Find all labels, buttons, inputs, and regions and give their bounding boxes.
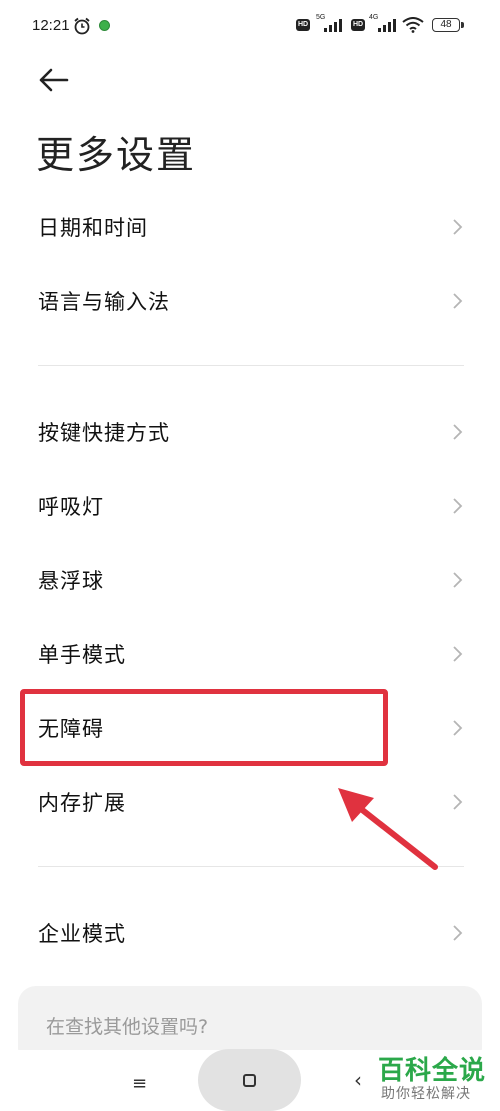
settings-item-label: 悬浮球 (38, 569, 104, 593)
chevron-right-icon (453, 646, 463, 662)
home-button[interactable] (198, 1049, 301, 1111)
chevron-right-icon (453, 794, 463, 810)
chevron-right-icon (453, 424, 463, 440)
back-nav-icon[interactable]: ‹ (354, 1068, 362, 1092)
hd-badge-1: HD (296, 19, 310, 31)
settings-item-label: 按键快捷方式 (38, 421, 170, 445)
settings-item-language-input[interactable]: 语言与输入法 (0, 264, 500, 338)
watermark-subtitle: 助你轻松解决 (381, 1086, 471, 1102)
alarm-clock-icon (74, 17, 90, 35)
settings-item-floating-ball[interactable]: 悬浮球 (0, 543, 500, 617)
settings-item-label: 企业模式 (38, 922, 126, 946)
app-notification-icon (99, 20, 110, 31)
battery-tip (461, 22, 464, 28)
hd-badge-2: HD (351, 19, 365, 31)
settings-item-one-handed-mode[interactable]: 单手模式 (0, 617, 500, 691)
section-divider (38, 365, 464, 366)
home-icon (243, 1074, 256, 1087)
chevron-right-icon (453, 293, 463, 309)
watermark-title: 百科全说 (378, 1056, 487, 1086)
highlight-box (20, 689, 388, 766)
annotation-arrow-icon (338, 788, 438, 870)
settings-item-date-time[interactable]: 日期和时间 (0, 190, 500, 264)
settings-item-enterprise-mode[interactable]: 企业模式 (0, 896, 500, 970)
menu-icon[interactable]: ≡ (132, 1073, 147, 1094)
back-arrow-icon[interactable] (36, 64, 72, 96)
signal-bars-1-icon (324, 17, 342, 32)
settings-item-label: 内存扩展 (38, 791, 126, 815)
settings-item-label: 语言与输入法 (38, 290, 170, 314)
settings-item-button-shortcuts[interactable]: 按键快捷方式 (0, 395, 500, 469)
wifi-icon (402, 17, 424, 33)
status-time: 12:21 (32, 17, 70, 34)
page-title: 更多设置 (36, 133, 197, 177)
chevron-right-icon (453, 498, 463, 514)
network-type-2: 4G (369, 14, 379, 21)
settings-item-label: 日期和时间 (38, 216, 148, 240)
signal-bars-2-icon (378, 17, 396, 32)
chevron-right-icon (453, 720, 463, 736)
settings-item-breathing-light[interactable]: 呼吸灯 (0, 469, 500, 543)
battery-indicator: 48 (432, 18, 460, 32)
settings-item-label: 单手模式 (38, 643, 126, 667)
settings-item-label: 呼吸灯 (38, 495, 104, 519)
chevron-right-icon (453, 572, 463, 588)
chevron-right-icon (453, 219, 463, 235)
search-input[interactable] (46, 1016, 426, 1038)
chevron-right-icon (453, 925, 463, 941)
